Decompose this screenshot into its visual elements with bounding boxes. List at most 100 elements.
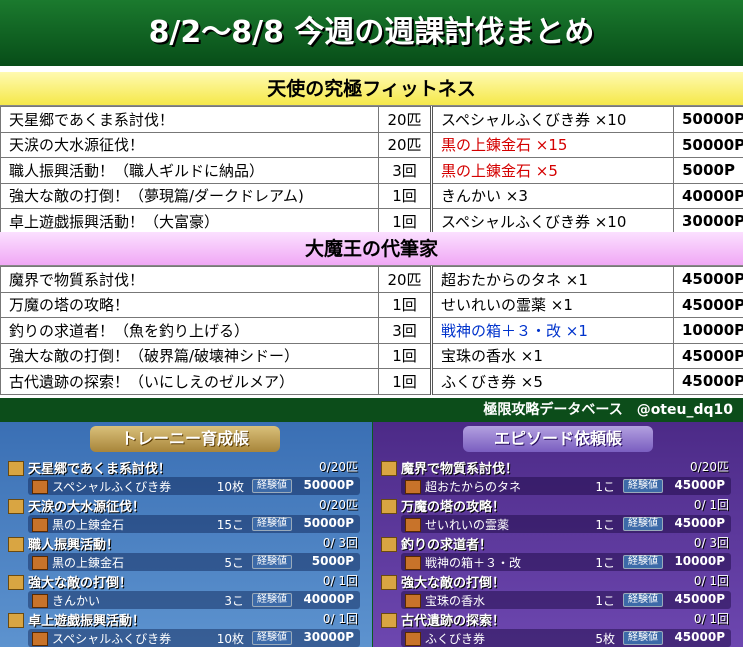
exp-badge: 経験値 — [252, 631, 292, 645]
quest-title: 釣りの求道者！ — [379, 534, 492, 553]
exp-badge: 経験値 — [623, 479, 663, 493]
exp-badge: 経験値 — [252, 517, 292, 531]
quest-progress: 0/20匹 — [319, 498, 358, 512]
table-row: 強大な敵の打倒！（夢現篇/ダークドレアム) 1回 きんかい ×3 40000P — [0, 182, 743, 209]
reward-row: 超おたからのタネ 1こ 経験値 45000P — [401, 477, 731, 495]
quest-progress: 0/ 1回 — [322, 612, 358, 626]
reward-qty: 3こ — [224, 594, 244, 608]
quest-count: 1回 — [378, 342, 433, 369]
reward-points: 30000P — [673, 208, 743, 235]
exp-badge: 経験値 — [623, 593, 663, 607]
reward-row: ふくびき券 5枚 経験値 45000P — [401, 629, 731, 647]
list-item[interactable]: 古代遺跡の探索！ 0/ 1回 ふくびき券 5枚 経験値 45000P — [379, 610, 737, 647]
quest-count: 1回 — [378, 291, 433, 318]
quest-count: 20匹 — [378, 266, 433, 293]
reward-qty: 1こ — [595, 518, 615, 532]
reward-qty: 10枚 — [216, 480, 244, 494]
reward-item: スペシャルふくびき券 ×10 — [431, 106, 674, 133]
reward-item: せいれいの霊薬 ×1 — [431, 291, 674, 318]
quest-count: 20匹 — [378, 106, 433, 133]
table-row: 魔界で物質系討伐！ 20匹 超おたからのタネ ×1 45000P — [0, 266, 743, 293]
section-title-scribe: 大魔王の代筆家 — [0, 232, 743, 266]
reward-item: ふくびき券 ×5 — [431, 368, 674, 395]
reward-item-name: せいれいの霊薬 — [404, 518, 510, 532]
list-item[interactable]: 職人振興活動！ 0/ 3回 黒の上錬金石 5こ 経験値 5000P — [6, 534, 366, 572]
list-item[interactable]: 強大な敵の打倒！ 0/ 1回 宝珠の香水 1こ 経験値 45000P — [379, 572, 737, 610]
exp-badge: 経験値 — [623, 631, 663, 645]
table-row: 古代遺跡の探索！（いにしえのゼルメア） 1回 ふくびき券 ×5 45000P — [0, 368, 743, 395]
quest-progress: 0/ 3回 — [693, 536, 729, 550]
reward-row: せいれいの霊薬 1こ 経験値 45000P — [401, 515, 731, 533]
reward-points: 45000P — [674, 630, 725, 644]
quest-count: 1回 — [378, 208, 433, 235]
quest-name: 魔界で物質系討伐！ — [0, 266, 379, 293]
quest-title: 魔界で物質系討伐！ — [379, 458, 518, 477]
quest-count: 3回 — [378, 157, 433, 184]
reward-points: 45000P — [673, 368, 743, 395]
reward-points: 50000P — [303, 478, 354, 492]
list-item[interactable]: 万魔の塔の攻略！ 0/ 1回 せいれいの霊薬 1こ 経験値 45000P — [379, 496, 737, 534]
list-item[interactable]: 天涙の大水源征伐！ 0/20匹 黒の上錬金石 15こ 経験値 50000P — [6, 496, 366, 534]
list-item[interactable]: 釣りの求道者！ 0/ 3回 戦神の箱＋３・改 1こ 経験値 10000P — [379, 534, 737, 572]
reward-points: 45000P — [673, 291, 743, 318]
table-row: 釣りの求道者！（魚を釣り上げる） 3回 戦神の箱＋３・改 ×1 10000P — [0, 317, 743, 344]
reward-qty: 1こ — [595, 480, 615, 494]
reward-points: 5000P — [311, 554, 354, 568]
list-item[interactable]: 卓上遊戯振興活動！ 0/ 1回 スペシャルふくびき券 10枚 経験値 30000… — [6, 610, 366, 647]
quest-title: 職人振興活動！ — [6, 534, 119, 553]
fitness-table: 天星郷であくま系討伐！ 20匹 スペシャルふくびき券 ×10 50000P 天涙の大水源… — [0, 106, 743, 235]
reward-row: 戦神の箱＋３・改 1こ 経験値 10000P — [401, 553, 731, 571]
reward-points: 45000P — [673, 342, 743, 369]
quest-name: 釣りの求道者！（魚を釣り上げる） — [0, 317, 379, 344]
quest-progress: 0/ 3回 — [322, 536, 358, 550]
list-item[interactable]: 魔界で物質系討伐！ 0/20匹 超おたからのタネ 1こ 経験値 45000P — [379, 458, 737, 496]
quest-progress: 0/ 1回 — [693, 574, 729, 588]
quest-progress: 0/20匹 — [690, 460, 729, 474]
reward-row: 黒の上錬金石 15こ 経験値 50000P — [28, 515, 360, 533]
trainee-log-panel: トレーニー育成帳 天星郷であくま系討伐！ 0/20匹 スペシャルふくびき券 10… — [0, 422, 372, 647]
reward-item: 超おたからのタネ ×1 — [431, 266, 674, 293]
reward-item-name: きんかい — [31, 594, 101, 608]
reward-row: 宝珠の香水 1こ 経験値 45000P — [401, 591, 731, 609]
quest-name: 職人振興活動！（職人ギルドに納品） — [0, 157, 379, 184]
reward-points: 45000P — [673, 266, 743, 293]
reward-item: 黒の上錬金石 ×5 — [431, 157, 674, 184]
reward-item-name: 宝珠の香水 — [404, 594, 486, 608]
quest-name: 天涙の大水源征伐！ — [0, 131, 379, 158]
reward-points: 45000P — [674, 516, 725, 530]
quest-progress: 0/ 1回 — [693, 498, 729, 512]
quest-title: 強大な敵の打倒！ — [379, 572, 505, 591]
quest-title: 古代遺跡の探索！ — [379, 610, 505, 629]
table-row: 万魔の塔の攻略！ 1回 せいれいの霊薬 ×1 45000P — [0, 291, 743, 318]
reward-qty: 5こ — [224, 556, 244, 570]
table-row: 卓上遊戯振興活動！（大富豪） 1回 スペシャルふくびき券 ×10 30000P — [0, 208, 743, 235]
page-title: 8/2〜8/8 今週の週課討伐まとめ — [0, 0, 743, 66]
reward-qty: 15こ — [216, 518, 244, 532]
tab-episode-request[interactable]: エピソード依頼帳 — [463, 426, 653, 452]
reward-points: 5000P — [673, 157, 743, 184]
reward-points: 50000P — [673, 106, 743, 133]
reward-points: 30000P — [303, 630, 354, 644]
quest-count: 1回 — [378, 368, 433, 395]
reward-points: 50000P — [303, 516, 354, 530]
quest-progress: 0/ 1回 — [322, 574, 358, 588]
reward-item-name: 黒の上錬金石 — [31, 518, 125, 532]
quest-name: 強大な敵の打倒！（破界篇/破壊神シドー） — [0, 342, 379, 369]
quest-title: 卓上遊戯振興活動！ — [6, 610, 145, 629]
reward-item-name: 超おたからのタネ — [404, 480, 522, 494]
quest-name: 万魔の塔の攻略！ — [0, 291, 379, 318]
quest-name: 強大な敵の打倒！（夢現篇/ダークドレアム) — [0, 182, 379, 209]
reward-points: 45000P — [674, 592, 725, 606]
tab-trainee-log[interactable]: トレーニー育成帳 — [90, 426, 280, 452]
exp-badge: 経験値 — [623, 517, 663, 531]
list-item[interactable]: 強大な敵の打倒！ 0/ 1回 きんかい 3こ 経験値 40000P — [6, 572, 366, 610]
episode-request-panel: エピソード依頼帳 魔界で物質系討伐！ 0/20匹 超おたからのタネ 1こ 経験値… — [373, 422, 743, 647]
reward-item: 戦神の箱＋３・改 ×1 — [431, 317, 674, 344]
reward-points: 40000P — [303, 592, 354, 606]
reward-qty: 1こ — [595, 594, 615, 608]
exp-badge: 経験値 — [252, 593, 292, 607]
exp-badge: 経験値 — [252, 479, 292, 493]
reward-row: きんかい 3こ 経験値 40000P — [28, 591, 360, 609]
reward-row: スペシャルふくびき券 10枚 経験値 30000P — [28, 629, 360, 647]
list-item[interactable]: 天星郷であくま系討伐！ 0/20匹 スペシャルふくびき券 10枚 経験値 500… — [6, 458, 366, 496]
